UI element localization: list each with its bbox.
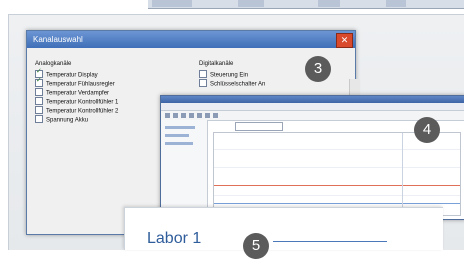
background-toolbar: [148, 0, 464, 9]
dialog-title: Kanalauswahl: [27, 31, 355, 48]
app-tab[interactable]: [235, 122, 283, 131]
analog-channels-label: Analogkanäle: [35, 61, 72, 67]
close-button[interactable]: ✕: [336, 33, 353, 48]
toolbar-segment: [152, 0, 192, 7]
analog-channel-row[interactable]: Temperatur Kontrollfühler 1: [35, 97, 118, 107]
gridline: [214, 167, 460, 168]
checkbox[interactable]: [35, 88, 43, 96]
app-menubar: [161, 103, 464, 111]
checkbox[interactable]: [199, 70, 207, 78]
labor-underline: [273, 241, 387, 242]
labor-card: Labor 1: [124, 207, 443, 250]
series-line-blue: [214, 203, 460, 204]
toolbar-button[interactable]: [205, 113, 210, 118]
badge-3: 3: [305, 56, 331, 82]
checkbox[interactable]: [35, 115, 43, 123]
sidebar-item[interactable]: [165, 134, 189, 137]
plot-area: [213, 132, 461, 216]
analog-channel-row[interactable]: Spannung Akku: [35, 115, 88, 125]
sidebar-item[interactable]: [165, 142, 193, 145]
toolbar-button[interactable]: [197, 113, 202, 118]
sidebar-item[interactable]: [165, 126, 195, 129]
digital-channel-row[interactable]: Schlüsselschalter An: [199, 79, 265, 89]
gridline: [214, 195, 460, 196]
analog-channel-row[interactable]: Temperatur Display: [35, 68, 98, 80]
analog-channel-row[interactable]: Temperatur Verdampfer: [35, 88, 109, 98]
checkbox[interactable]: [199, 79, 207, 87]
series-line-red: [214, 185, 460, 186]
labor-title: Labor 1: [147, 230, 202, 247]
badge-4: 4: [414, 117, 440, 143]
checkbox[interactable]: [35, 106, 43, 114]
toolbar-button[interactable]: [181, 113, 186, 118]
toolbar-segment: [318, 0, 340, 7]
plot-divider: [402, 133, 403, 215]
digital-channels-label: Digitalkanäle: [199, 61, 234, 67]
checkbox[interactable]: [35, 77, 43, 87]
toolbar-button[interactable]: [173, 113, 178, 118]
application-window: [160, 95, 464, 220]
toolbar-segment: [238, 0, 264, 7]
toolbar-button[interactable]: [213, 113, 218, 118]
toolbar-segment: [386, 0, 406, 7]
badge-5: 5: [243, 233, 269, 259]
analog-channel-row[interactable]: Temperatur Kontrollfühler 2: [35, 106, 118, 116]
analog-channel-row[interactable]: Temperatur Fühlausregler: [35, 77, 115, 89]
gridline: [214, 149, 460, 150]
toolbar-button[interactable]: [165, 113, 170, 118]
app-titlebar: [161, 96, 464, 103]
checkbox[interactable]: [35, 97, 43, 105]
toolbar-button[interactable]: [189, 113, 194, 118]
app-sidebar: [161, 120, 208, 219]
